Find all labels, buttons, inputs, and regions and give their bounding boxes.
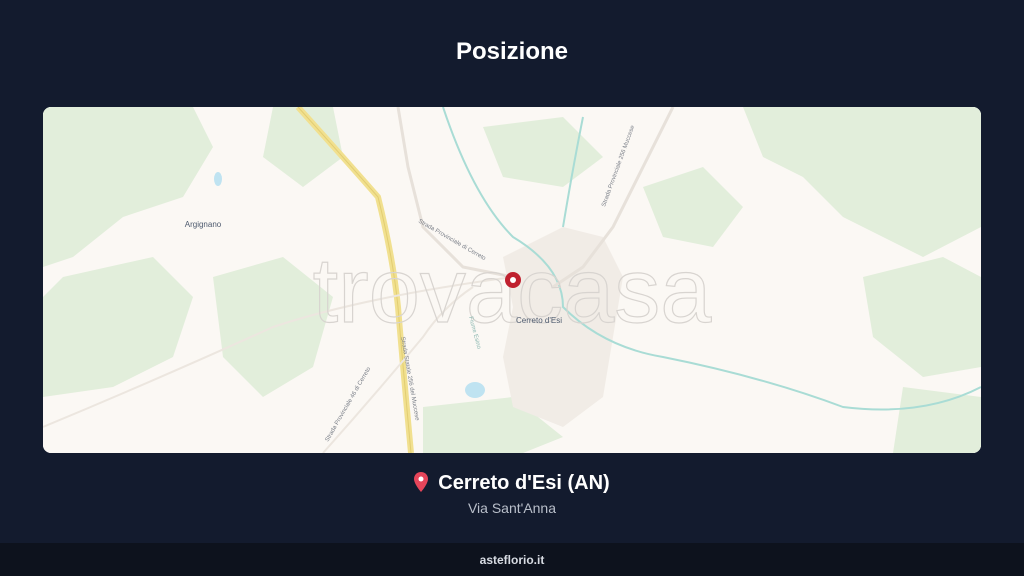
map-pin-icon [414, 472, 429, 498]
location-address: Via Sant'Anna [467, 500, 557, 516]
map-label-town: Argignano [185, 220, 222, 229]
location-row: Cerreto d'Esi (AN) [0, 472, 1024, 498]
section-title: Posizione [455, 38, 569, 65]
map-watermark: trovacasa [313, 240, 713, 342]
map-label-city: Cerreto d'Esi [516, 316, 562, 325]
location-name: Cerreto d'Esi (AN) [438, 472, 610, 494]
pond [214, 172, 222, 186]
lake [465, 382, 485, 398]
location-marker-icon[interactable] [505, 272, 521, 288]
map-view[interactable]: trovacasa Argignano Cerreto d'Esi Strada… [43, 107, 981, 453]
map-canvas[interactable]: trovacasa Argignano Cerreto d'Esi Strada… [43, 107, 981, 453]
footer-site-name: asteflorio.it [479, 553, 545, 567]
